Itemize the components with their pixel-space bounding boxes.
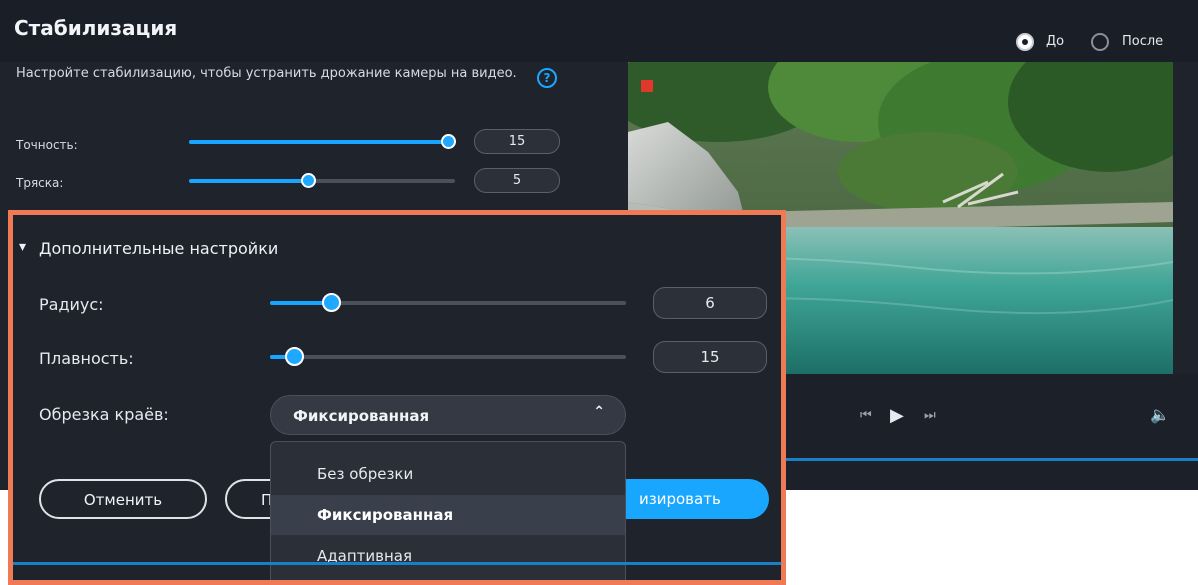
radio-before[interactable] (1016, 33, 1034, 51)
shake-slider-track[interactable] (189, 173, 455, 188)
shake-label: Тряска: (16, 176, 64, 190)
smoothness-slider-handle[interactable] (285, 347, 304, 366)
window-title: Стабилизация (14, 16, 178, 40)
next-frame-icon[interactable]: ⏭ (924, 408, 936, 423)
radio-after[interactable] (1091, 33, 1109, 51)
option-no-crop[interactable]: Без обрезки (271, 454, 625, 494)
description-text: Настройте стабилизацию, чтобы устранить … (16, 66, 517, 81)
title-bar: Стабилизация До После (0, 0, 1198, 62)
shake-slider-fill (189, 179, 309, 183)
previous-frame-icon[interactable]: ⏮ (860, 408, 872, 423)
radius-label: Радиус: (39, 295, 104, 314)
volume-icon[interactable]: 🔈 (1150, 405, 1170, 424)
option-fixed[interactable]: Фиксированная (271, 495, 625, 535)
shake-slider-handle[interactable] (301, 173, 316, 188)
accuracy-slider-track[interactable] (189, 134, 456, 149)
advanced-settings-title[interactable]: Дополнительные настройки (39, 239, 278, 258)
cancel-button[interactable]: Отменить (39, 479, 207, 519)
radius-slider-handle[interactable] (322, 293, 341, 312)
accuracy-slider-handle[interactable] (441, 134, 456, 149)
play-icon[interactable]: ▶ (890, 405, 904, 426)
radio-after-label[interactable]: После (1122, 34, 1163, 49)
radio-before-label[interactable]: До (1046, 34, 1064, 49)
smoothness-slider-track[interactable] (270, 347, 626, 366)
accuracy-slider-fill (189, 140, 449, 144)
smoothness-label: Плавность: (39, 349, 134, 368)
panel-timeline-bar (13, 562, 781, 565)
edge-crop-label: Обрезка краёв: (39, 405, 169, 424)
accuracy-label: Точность: (16, 138, 78, 152)
option-adaptive[interactable]: Адаптивная (271, 536, 625, 576)
edge-crop-selected-value: Фиксированная (293, 407, 430, 425)
smoothness-value-field[interactable]: 15 (653, 341, 767, 373)
edge-crop-dropdown[interactable]: Фиксированная ⌃ (270, 395, 626, 435)
shake-value-field[interactable]: 5 (474, 168, 560, 193)
chevron-down-icon[interactable]: ▾ (19, 239, 26, 255)
stabilize-button-label: изировать (639, 490, 721, 508)
chevron-up-icon: ⌃ (593, 404, 605, 420)
advanced-settings-panel: ▾ Дополнительные настройки Радиус: 6 Пла… (8, 210, 786, 585)
radius-value-field[interactable]: 6 (653, 287, 767, 319)
accuracy-value-field[interactable]: 15 (474, 129, 560, 154)
help-icon[interactable]: ? (537, 68, 557, 88)
radius-slider-track[interactable] (270, 293, 626, 312)
